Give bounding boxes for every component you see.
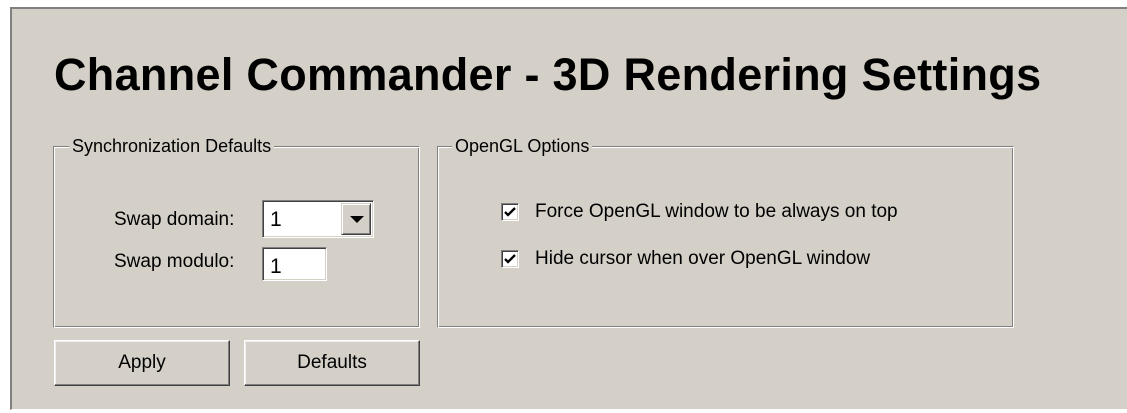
defaults-button[interactable]: Defaults	[244, 340, 420, 386]
page-title: Channel Commander - 3D Rendering Setting…	[54, 49, 1042, 100]
apply-button[interactable]: Apply	[54, 340, 230, 386]
chevron-down-icon	[350, 216, 364, 223]
swap-domain-value: 1	[270, 208, 282, 231]
swap-modulo-input[interactable]: 1	[262, 247, 327, 281]
synchronization-defaults-group: Synchronization Defaults Swap domain: 1 …	[53, 136, 420, 328]
settings-window: Channel Commander - 3D Rendering Setting…	[10, 7, 1127, 410]
checkmark-icon	[504, 207, 516, 217]
swap-domain-select[interactable]: 1	[262, 200, 374, 238]
always-on-top-label[interactable]: Force OpenGL window to be always on top	[535, 201, 898, 223]
hide-cursor-label[interactable]: Hide cursor when over OpenGL window	[535, 248, 870, 270]
swap-modulo-value: 1	[270, 255, 282, 278]
opengl-options-group: OpenGL Options Force OpenGL window to be…	[437, 136, 1014, 328]
swap-domain-dropdown-button[interactable]	[341, 203, 371, 235]
opengl-options-label: OpenGL Options	[452, 136, 593, 156]
checkmark-icon	[504, 254, 516, 264]
hide-cursor-checkbox[interactable]	[501, 250, 519, 268]
always-on-top-checkbox[interactable]	[501, 203, 519, 221]
swap-modulo-label: Swap modulo:	[114, 251, 235, 272]
swap-domain-label: Swap domain:	[114, 209, 235, 230]
synchronization-defaults-label: Synchronization Defaults	[69, 136, 275, 156]
